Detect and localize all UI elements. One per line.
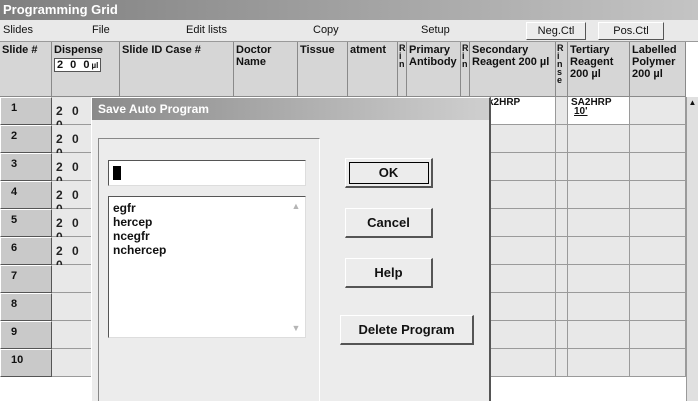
menu-file[interactable]: File [92,24,110,36]
dispense-cell[interactable]: 2 0 0 [52,153,94,188]
row-number[interactable]: 3 [0,153,52,181]
save-auto-program-dialog: Save Auto Program egfr hercep ncegfr ncherc… [91,97,491,401]
col-header-rinse-2: R i n [461,42,470,97]
grid-cell[interactable] [630,181,686,209]
grid-cell[interactable] [568,237,630,265]
grid-cell[interactable] [556,237,568,265]
grid-cell[interactable] [556,181,568,209]
menu-bar: Slides File Edit lists Copy Setup Neg.Ct… [0,20,698,42]
list-item[interactable]: egfr [109,201,305,215]
menu-slides[interactable]: Slides [3,24,33,36]
col-header-case: Slide ID Case # [120,42,234,97]
grid-cell[interactable] [630,293,686,321]
row-number[interactable]: 10 [0,349,52,377]
grid-cell[interactable] [556,209,568,237]
grid-cell[interactable] [630,209,686,237]
grid-cell[interactable] [556,153,568,181]
grid-cell[interactable] [568,153,630,181]
menu-copy[interactable]: Copy [313,24,339,36]
dispense-cell[interactable]: 2 0 0 [52,125,94,160]
row-number[interactable]: 8 [0,293,52,321]
col-header-treatment: atment [348,42,398,97]
col-header-rinse-1: R i n [398,42,407,97]
grid-vertical-scrollbar[interactable]: ▲ [686,97,698,401]
row-number[interactable]: 6 [0,237,52,265]
list-item[interactable]: ncegfr [109,229,305,243]
dispense-volume-unit: µl [91,61,99,70]
dialog-title: Save Auto Program [92,98,489,120]
row-number[interactable]: 7 [0,265,52,293]
grid-cell[interactable] [630,125,686,153]
grid-cell[interactable] [556,97,568,125]
menu-setup[interactable]: Setup [421,24,450,36]
dispense-cell[interactable]: 2 0 0 [52,97,94,132]
col-header-tertiary: Tertiary Reagent 200 µl [568,42,630,97]
dispense-cell[interactable] [52,293,94,321]
col-header-slide: Slide # [0,42,52,97]
grid-cell[interactable] [556,321,568,349]
col-header-doctor: Doctor Name [234,42,298,97]
grid-cell[interactable] [630,265,686,293]
list-scroll-up-icon[interactable]: ▲ [289,200,303,212]
grid-cell[interactable] [556,349,568,377]
grid-cell[interactable] [568,125,630,153]
programming-grid-window: Programming Grid Slides File Edit lists … [0,0,698,401]
grid-cell[interactable]: SA2HRP 10' [568,97,630,125]
program-list[interactable]: egfr hercep ncegfr nchercep ▲ ▼ [108,196,306,338]
help-button[interactable]: Help [345,258,433,288]
dispense-volume-input[interactable]: 2 0 0µl [54,58,102,72]
delete-program-button[interactable]: Delete Program [340,315,474,345]
dispense-volume-value: 2 0 0 [57,59,92,71]
row-number[interactable]: 1 [0,97,52,125]
tertiary-time-value: 10' [574,106,588,117]
list-item[interactable]: hercep [109,215,305,229]
col-header-secondary: Secondary Reagent 200 µl [470,42,556,97]
grid-cell[interactable] [568,181,630,209]
grid-cell[interactable] [556,293,568,321]
grid-cell[interactable] [630,321,686,349]
dispense-cell[interactable]: 2 0 0 [52,237,94,272]
menu-edit-lists[interactable]: Edit lists [186,24,227,36]
dispense-cell[interactable] [52,265,94,293]
grid-cell[interactable] [630,153,686,181]
grid-cell[interactable] [568,349,630,377]
grid-cell[interactable] [568,293,630,321]
col-header-labelled: Labelled Polymer 200 µl [630,42,686,97]
dispense-cell[interactable] [52,321,94,349]
dispense-cell[interactable] [52,349,94,377]
grid-cell[interactable] [568,265,630,293]
program-name-input[interactable] [108,160,306,186]
col-header-dispense: Dispense 2 0 0µl [52,42,120,97]
row-number[interactable]: 4 [0,181,52,209]
grid-cell[interactable] [568,209,630,237]
program-list-scrollbar[interactable]: ▲ ▼ [289,200,303,334]
pos-ctl-button[interactable]: Pos.Ctl [598,22,664,40]
neg-ctl-button[interactable]: Neg.Ctl [526,22,586,40]
window-title: Programming Grid [0,0,698,20]
dispense-cell[interactable]: 2 0 0 [52,209,94,244]
grid-cell[interactable] [630,349,686,377]
grid-cell[interactable] [556,125,568,153]
col-header-tissue: Tissue [298,42,348,97]
scroll-up-arrow-icon[interactable]: ▲ [687,97,698,109]
row-number[interactable]: 9 [0,321,52,349]
col-header-primary: Primary Antibody [407,42,461,97]
ok-button[interactable]: OK [345,158,433,188]
dispense-cell[interactable]: 2 0 0 [52,181,94,216]
grid-cell[interactable] [568,321,630,349]
list-scroll-down-icon[interactable]: ▼ [289,322,303,334]
list-item[interactable]: nchercep [109,243,305,257]
col-header-rinse-3: R i n s e [556,42,568,97]
dispense-label: Dispense [54,44,103,56]
grid-cell[interactable] [630,97,686,125]
cancel-button[interactable]: Cancel [345,208,433,238]
text-cursor-icon [113,166,121,180]
row-number[interactable]: 5 [0,209,52,237]
grid-cell[interactable] [556,265,568,293]
row-number[interactable]: 2 [0,125,52,153]
grid-cell[interactable] [630,237,686,265]
